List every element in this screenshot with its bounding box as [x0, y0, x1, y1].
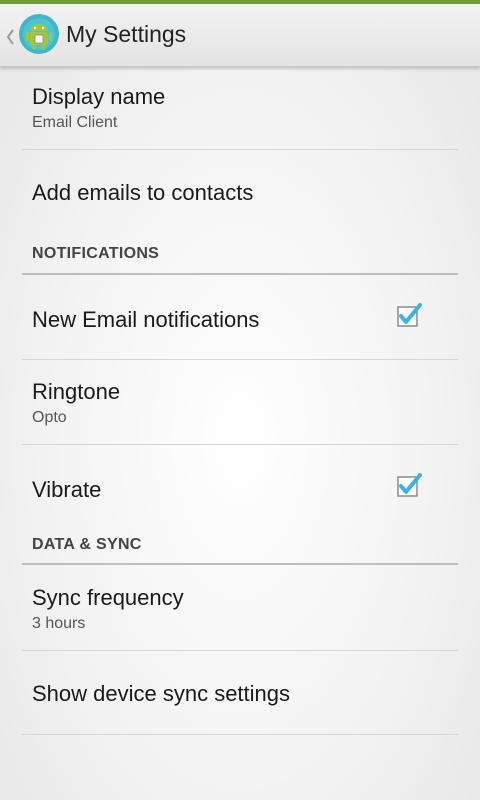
new-email-label: New Email notifications	[32, 307, 260, 332]
action-bar: My Settings	[0, 4, 480, 67]
ringtone-summary: Opto	[32, 409, 67, 426]
ringtone-label: Ringtone	[32, 379, 121, 404]
android-app-icon[interactable]	[18, 13, 60, 55]
up-caret-icon[interactable]	[4, 26, 16, 48]
page-title: My Settings	[66, 21, 187, 47]
ringtone-pref[interactable]: Ringtone Opto	[22, 360, 458, 445]
device-sync-label: Show device sync settings	[32, 681, 291, 706]
display-name-label: Display name	[32, 84, 166, 109]
notifications-header: NOTIFICATIONS	[22, 234, 458, 275]
display-name-summary: Email Client	[32, 114, 118, 131]
vibrate-checkbox[interactable]	[396, 473, 422, 499]
sync-frequency-pref[interactable]: Sync frequency 3 hours	[22, 565, 458, 651]
vibrate-pref[interactable]: Vibrate	[22, 445, 458, 529]
sync-frequency-label: Sync frequency	[32, 585, 184, 610]
data-sync-header-text: DATA & SYNC	[32, 536, 142, 553]
data-sync-header: DATA & SYNC	[22, 529, 458, 565]
new-email-checkbox[interactable]	[396, 303, 422, 329]
new-email-pref[interactable]: New Email notifications	[22, 275, 458, 360]
notifications-header-text: NOTIFICATIONS	[32, 245, 160, 262]
device-sync-pref[interactable]: Show device sync settings	[22, 651, 458, 735]
add-emails-label: Add emails to contacts	[32, 180, 254, 205]
sync-frequency-summary: 3 hours	[32, 615, 86, 632]
display-name-pref[interactable]: Display name Email Client	[22, 67, 458, 150]
add-emails-pref[interactable]: Add emails to contacts	[22, 150, 458, 234]
preference-list: Display name Email Client Add emails to …	[0, 67, 480, 735]
vibrate-label: Vibrate	[32, 477, 102, 502]
